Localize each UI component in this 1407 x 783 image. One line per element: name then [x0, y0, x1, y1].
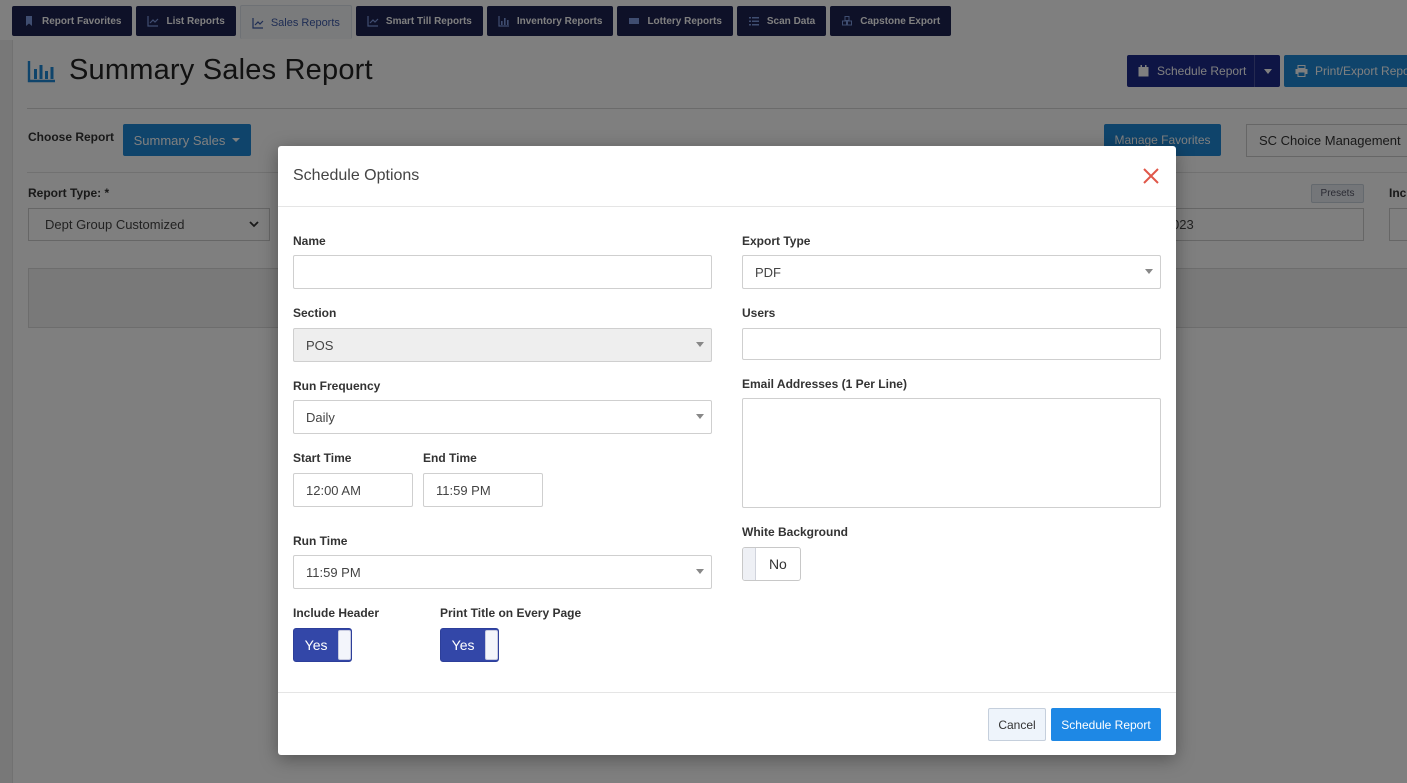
cancel-button[interactable]: Cancel — [988, 708, 1046, 741]
export-type-label: Export Type — [742, 234, 811, 248]
section-value: POS — [306, 337, 334, 353]
caret-down-icon — [696, 414, 704, 419]
start-time-label: Start Time — [293, 451, 352, 465]
toggle-state: Yes — [451, 637, 475, 653]
export-type-select[interactable]: PDF — [742, 255, 1161, 289]
white-background-toggle[interactable]: No — [742, 547, 801, 581]
caret-down-icon — [1145, 269, 1153, 274]
start-time-input[interactable]: 12:00 AM — [293, 473, 413, 507]
run-frequency-label: Run Frequency — [293, 379, 381, 393]
modal-header: Schedule Options — [278, 146, 1176, 207]
caret-down-icon — [696, 569, 704, 574]
white-background-label: White Background — [742, 525, 849, 539]
run-time-select[interactable]: 11:59 PM — [293, 555, 712, 589]
end-time-input[interactable]: 11:59 PM — [423, 473, 543, 507]
toggle-knob — [338, 630, 351, 660]
users-input[interactable] — [742, 328, 1161, 360]
include-header-label: Include Header — [293, 606, 380, 620]
end-time-label: End Time — [423, 451, 477, 465]
schedule-report-submit-button[interactable]: Schedule Report — [1051, 708, 1161, 741]
toggle-knob — [485, 630, 498, 660]
run-time-label: Run Time — [293, 534, 348, 548]
email-addresses-textarea[interactable] — [742, 398, 1161, 508]
run-time-value: 11:59 PM — [306, 564, 361, 580]
toggle-state: No — [768, 556, 787, 572]
include-header-toggle[interactable]: Yes — [293, 628, 352, 662]
run-frequency-value: Daily — [306, 409, 335, 425]
run-frequency-select[interactable]: Daily — [293, 400, 712, 434]
print-title-label: Print Title on Every Page — [440, 606, 582, 620]
caret-down-icon — [696, 342, 704, 347]
print-title-toggle[interactable]: Yes — [440, 628, 499, 662]
toggle-state: Yes — [304, 637, 328, 653]
schedule-options-modal: Schedule Options Name Section POS Run Fr… — [278, 146, 1176, 755]
name-input[interactable] — [293, 255, 712, 289]
section-select[interactable]: POS — [293, 328, 712, 362]
modal-title: Schedule Options — [293, 167, 420, 184]
section-label: Section — [293, 306, 337, 320]
name-label: Name — [293, 234, 326, 248]
close-icon[interactable] — [1141, 166, 1161, 186]
toggle-knob — [743, 548, 756, 580]
modal-footer: Cancel Schedule Report — [278, 692, 1176, 755]
export-type-value: PDF — [755, 264, 781, 280]
email-addresses-label: Email Addresses (1 Per Line) — [742, 377, 907, 391]
users-label: Users — [742, 306, 776, 320]
